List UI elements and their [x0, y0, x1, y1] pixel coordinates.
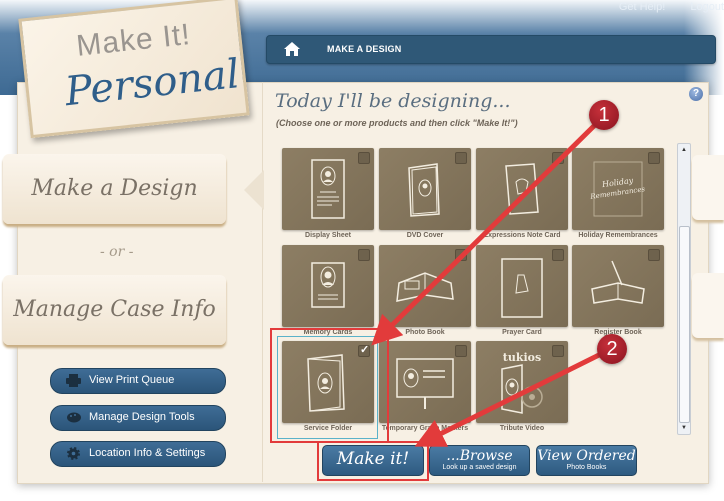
view-ordered-button[interactable]: View Ordered Photo Books [536, 445, 637, 476]
product-checkbox[interactable] [648, 152, 660, 164]
product-checkbox[interactable] [455, 152, 467, 164]
logout-link[interactable]: Logout [690, 1, 724, 13]
annotation-box-make-it [317, 441, 429, 481]
or-separator: - or - [100, 244, 134, 260]
product-tile[interactable] [282, 148, 374, 230]
product-checkbox[interactable] [648, 249, 660, 261]
right-tab-2 [692, 273, 724, 338]
product-label: Display Sheet [305, 232, 351, 239]
help-icon[interactable]: ? [689, 87, 703, 101]
product-label: Prayer Card [502, 329, 542, 336]
step-badge-2: 2 [597, 334, 627, 364]
product-label: Photo Book [405, 329, 445, 336]
make-a-design-label: Make a Design [31, 176, 198, 201]
make-a-design-tab[interactable]: Make a Design [3, 154, 226, 224]
logo: Make It! Personal [18, 0, 250, 139]
right-tab-1 [692, 155, 724, 220]
page-subtitle: (Choose one or more products and then cl… [276, 118, 518, 128]
printer-icon [66, 374, 81, 387]
product-label: Holiday Remembrances [578, 232, 658, 239]
scroll-up-arrow[interactable]: ▲ [678, 144, 690, 156]
breadcrumb: MAKE A DESIGN [327, 44, 402, 54]
product-checkbox[interactable] [552, 345, 564, 357]
product-tile[interactable]: tukios [476, 341, 568, 423]
product-checkbox[interactable] [455, 249, 467, 261]
product-tile[interactable] [572, 245, 664, 327]
top-links: Get Help! Logout [597, 1, 724, 13]
active-tab-pointer [244, 170, 264, 210]
product-label: DVD Cover [406, 232, 444, 239]
browse-label: ...Browse [446, 448, 513, 464]
browse-button[interactable]: ...Browse Look up a saved design [429, 445, 530, 476]
product-tile[interactable]: Holiday Remembrances [572, 148, 664, 230]
product-label: Expressions Note Card [483, 232, 561, 239]
product-tile[interactable] [476, 245, 568, 327]
page-title: Today I'll be designing... [275, 90, 511, 112]
svg-text:tukios: tukios [503, 351, 541, 364]
product-tile[interactable] [379, 245, 471, 327]
product-checkbox[interactable] [455, 345, 467, 357]
navigation-bar: MAKE A DESIGN [266, 35, 716, 64]
view-ordered-sublabel: Photo Books [566, 464, 607, 471]
product-tile[interactable] [282, 245, 374, 327]
location-settings-label: Location Info & Settings [89, 447, 206, 459]
product-label: Temporary Grave Markers [381, 425, 469, 432]
view-print-queue-button[interactable]: View Print Queue [50, 368, 226, 394]
product-scrollbar[interactable]: ▲ ▼ [677, 143, 691, 435]
gear-icon [67, 447, 80, 460]
panel-divider [262, 82, 263, 482]
product-checkbox[interactable] [358, 152, 370, 164]
manage-case-info-tab[interactable]: Manage Case Info [3, 275, 226, 345]
view-ordered-label: View Ordered [537, 448, 636, 464]
annotation-box-service-folder [270, 328, 389, 443]
product-tile[interactable] [476, 148, 568, 230]
browse-sublabel: Look up a saved design [442, 464, 517, 471]
get-help-link[interactable]: Get Help! [619, 1, 665, 13]
product-checkbox[interactable] [358, 249, 370, 261]
manage-case-info-label: Manage Case Info [13, 297, 216, 322]
product-checkbox[interactable] [552, 249, 564, 261]
product-tile[interactable] [379, 341, 471, 423]
location-settings-button[interactable]: Location Info & Settings [50, 441, 226, 467]
manage-design-tools-label: Manage Design Tools [89, 411, 195, 423]
step-badge-1: 1 [589, 100, 619, 130]
manage-design-tools-button[interactable]: Manage Design Tools [50, 405, 226, 431]
palette-icon [67, 412, 81, 423]
product-label: Tribute Video [499, 425, 545, 432]
home-icon[interactable] [283, 41, 301, 57]
scroll-thumb[interactable] [679, 226, 690, 423]
scroll-down-arrow[interactable]: ▼ [678, 422, 690, 434]
product-tile[interactable] [379, 148, 471, 230]
view-print-queue-label: View Print Queue [89, 374, 175, 386]
svg-text:Remembrances: Remembrances [589, 185, 646, 201]
product-checkbox[interactable] [552, 152, 564, 164]
